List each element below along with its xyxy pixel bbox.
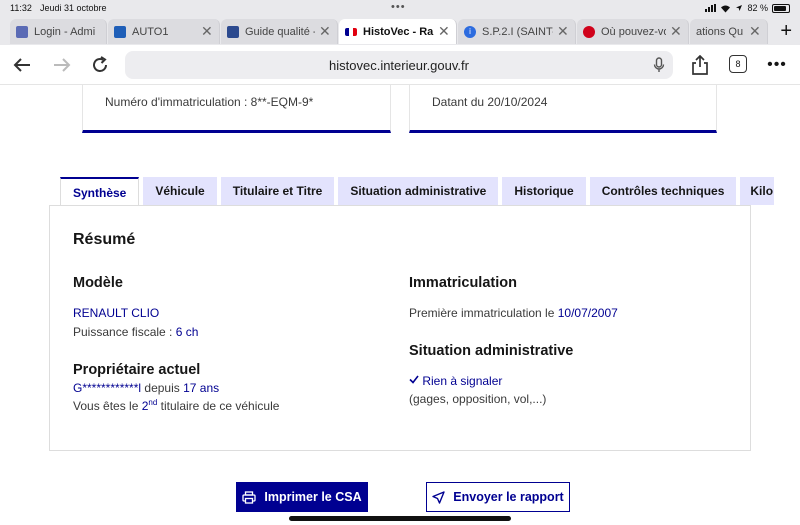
- status-date: Jeudi 31 octobre: [40, 3, 107, 13]
- send-report-button[interactable]: Envoyer le rapport: [426, 482, 570, 512]
- flag-fr-icon: [345, 27, 357, 36]
- browser-toolbar: histovec.interieur.gouv.fr 8 •••: [0, 45, 800, 85]
- close-tab-icon[interactable]: ✕: [670, 23, 682, 40]
- tab-historique[interactable]: Historique: [502, 177, 586, 205]
- url-field[interactable]: histovec.interieur.gouv.fr: [125, 51, 673, 79]
- browser-tab-7[interactable]: ations Qu ✕: [690, 19, 768, 44]
- browser-tab-6[interactable]: Où pouvez-vous ✕: [577, 19, 689, 44]
- home-indicator[interactable]: [289, 516, 511, 521]
- browser-tab-active[interactable]: HistoVec - Rap ✕: [339, 19, 457, 44]
- location-icon: [736, 5, 743, 11]
- reload-icon[interactable]: [88, 53, 112, 77]
- browser-tab-5[interactable]: i S.P.2.I (SAINT- ✕: [458, 19, 576, 44]
- browser-tab-bar: Login - Admi AUTO1 ✕ Guide qualité - ✕ H…: [0, 16, 800, 45]
- check-icon: [409, 375, 419, 384]
- new-tab-icon[interactable]: +: [780, 20, 792, 43]
- report-tabs: Synthèse Véhicule Titulaire et Titre Sit…: [60, 177, 775, 207]
- microphone-icon[interactable]: [653, 57, 665, 76]
- tab-overview-button[interactable]: 8: [729, 55, 747, 73]
- cellular-signal-icon: [705, 4, 717, 12]
- status-time: 11:32: [10, 3, 32, 13]
- wifi-icon: [721, 5, 731, 12]
- owner-heading: Propriétaire actuel: [73, 362, 201, 378]
- tab-situation-administrative[interactable]: Situation administrative: [338, 177, 499, 205]
- fiscal-power: Puissance fiscale : 6 ch: [73, 325, 199, 339]
- favicon-icon: [227, 25, 239, 38]
- browser-tab-3[interactable]: Guide qualité - ✕: [221, 19, 338, 44]
- send-icon: [432, 490, 445, 504]
- close-tab-icon[interactable]: ✕: [201, 23, 213, 40]
- close-tab-icon[interactable]: ✕: [749, 23, 761, 40]
- report-card-right: Datant du 20/10/2024: [409, 85, 717, 133]
- printer-icon: [242, 490, 257, 504]
- tab-controles-techniques[interactable]: Contrôles techniques: [589, 177, 737, 205]
- vehicle-card-left: Numéro d'immatriculation : 8**-EQM-9*: [82, 85, 391, 133]
- summary-panel: Résumé Modèle RENAULT CLIO Puissance fis…: [49, 205, 751, 451]
- model-value: RENAULT CLIO: [73, 306, 160, 320]
- print-csa-button[interactable]: Imprimer le CSA: [236, 482, 368, 512]
- report-date: Datant du 20/10/2024: [432, 95, 548, 109]
- model-heading: Modèle: [73, 275, 123, 291]
- close-tab-icon[interactable]: ✕: [438, 23, 450, 40]
- multitask-dots-icon[interactable]: •••: [391, 1, 406, 13]
- registration-number: Numéro d'immatriculation : 8**-EQM-9*: [105, 95, 314, 109]
- immatriculation-heading: Immatriculation: [409, 275, 517, 291]
- admin-detail: (gages, opposition, vol,...): [409, 392, 547, 406]
- info-icon: i: [464, 25, 476, 38]
- tab-titulaire[interactable]: Titulaire et Titre: [220, 177, 335, 205]
- back-icon[interactable]: [10, 53, 34, 77]
- summary-heading: Résumé: [73, 231, 136, 248]
- more-icon[interactable]: •••: [765, 53, 789, 77]
- battery-icon: [772, 3, 790, 13]
- tab-kilometrage[interactable]: Kilo: [740, 177, 775, 205]
- owner-rank: Vous êtes le 2nd titulaire de ce véhicul…: [73, 398, 280, 413]
- forward-icon[interactable]: [50, 53, 74, 77]
- admin-situation-heading: Situation administrative: [409, 343, 574, 359]
- favicon-icon: [583, 25, 595, 38]
- url-text: histovec.interieur.gouv.fr: [329, 57, 469, 73]
- close-tab-icon[interactable]: ✕: [557, 23, 569, 40]
- browser-tab-1[interactable]: Login - Admi: [10, 19, 107, 44]
- admin-status: Rien à signaler: [409, 374, 502, 388]
- tab-synthese[interactable]: Synthèse: [60, 177, 140, 207]
- close-tab-icon[interactable]: ✕: [319, 23, 331, 40]
- favicon-icon: [114, 25, 126, 38]
- browser-tab-2[interactable]: AUTO1 ✕: [108, 19, 220, 44]
- tab-vehicule[interactable]: Véhicule: [143, 177, 217, 205]
- status-bar: 11:32 Jeudi 31 octobre ••• 82 %: [0, 0, 800, 16]
- first-registration: Première immatriculation le 10/07/2007: [409, 306, 618, 320]
- battery-percent: 82 %: [747, 3, 768, 13]
- favicon-icon: [16, 25, 28, 38]
- owner-info: G************l depuis 17 ans: [73, 381, 220, 395]
- share-icon[interactable]: [688, 53, 712, 77]
